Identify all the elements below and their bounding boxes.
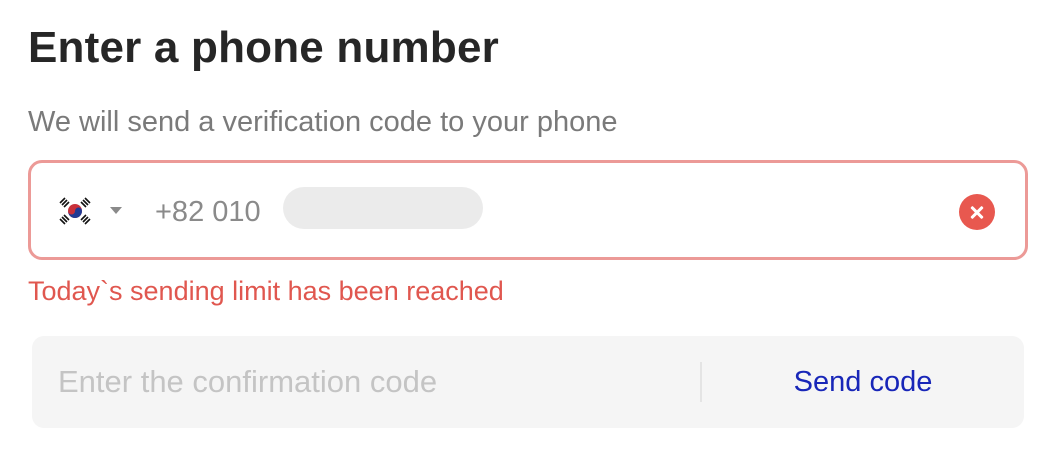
phone-prefix[interactable]: +82 010 <box>155 192 261 232</box>
confirmation-code-field: Send code <box>32 336 1024 428</box>
page-title: Enter a phone number <box>28 23 499 72</box>
country-code-selector[interactable] <box>55 191 125 231</box>
send-code-button[interactable]: Send code <box>702 336 1024 428</box>
clear-icon[interactable] <box>959 194 995 230</box>
redacted-phone-number <box>283 187 483 229</box>
error-message: Today`s sending limit has been reached <box>28 276 504 306</box>
caret-down-icon <box>110 207 122 214</box>
phone-number-field[interactable]: +82 010 <box>28 160 1028 260</box>
confirmation-code-input[interactable] <box>58 358 678 406</box>
page-subtitle: We will send a verification code to your… <box>28 106 618 138</box>
south-korea-flag-icon <box>55 195 95 227</box>
